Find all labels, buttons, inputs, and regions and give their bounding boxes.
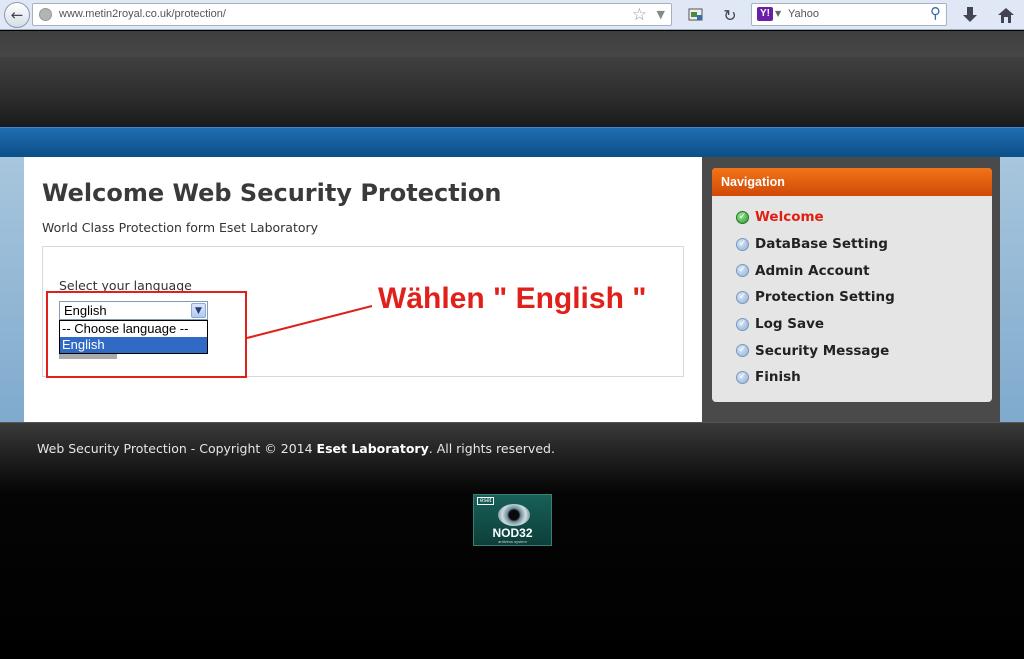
nav-item-security-message[interactable]: ✓ Security Message xyxy=(736,337,992,364)
page-subtitle: World Class Protection form Eset Laborat… xyxy=(42,220,319,235)
nav-item-label: Security Message xyxy=(755,342,890,359)
copyright-text: Web Security Protection - Copyright © 20… xyxy=(37,441,555,456)
navigation-title: Navigation xyxy=(712,168,992,196)
eye-icon xyxy=(498,504,530,526)
page-tools-icon[interactable] xyxy=(683,2,709,28)
navigation-list: ✓ Welcome ✓ DataBase Setting ✓ Admin Acc… xyxy=(712,196,992,391)
page-title: Welcome Web Security Protection xyxy=(42,179,502,207)
check-icon: ✓ xyxy=(736,370,749,384)
annotation-highlight-box xyxy=(46,291,247,378)
nod32-sublabel: antivirus system xyxy=(498,539,527,544)
home-icon[interactable] xyxy=(993,2,1019,28)
page-top-strip xyxy=(0,31,1024,57)
left-background xyxy=(0,157,24,422)
browser-toolbar: ← www.metin2royal.co.uk/protection/ ☆ ▼ … xyxy=(0,0,1024,30)
bookmark-star-icon[interactable]: ☆ xyxy=(632,5,647,25)
reload-icon[interactable]: ↻ xyxy=(717,2,743,28)
back-button[interactable]: ← xyxy=(4,2,30,28)
check-icon: ✓ xyxy=(736,317,749,331)
navigation-panel: Navigation ✓ Welcome ✓ DataBase Setting … xyxy=(702,157,1000,422)
navigation-box: Navigation ✓ Welcome ✓ DataBase Setting … xyxy=(712,168,992,402)
nav-item-protection-setting[interactable]: ✓ Protection Setting xyxy=(736,284,992,311)
search-icon[interactable]: ⚲ xyxy=(930,4,941,22)
nav-item-label: Protection Setting xyxy=(755,289,895,306)
eset-nod32-logo[interactable]: eset NOD32 antivirus system xyxy=(473,494,552,546)
download-icon[interactable] xyxy=(957,2,983,28)
back-arrow-icon: ← xyxy=(10,6,24,24)
eset-tag: eset xyxy=(477,497,495,505)
nav-item-database-setting[interactable]: ✓ DataBase Setting xyxy=(736,231,992,258)
nav-item-admin-account[interactable]: ✓ Admin Account xyxy=(736,257,992,284)
nav-item-finish[interactable]: ✓ Finish xyxy=(736,364,992,391)
nav-item-label: DataBase Setting xyxy=(755,236,888,253)
page-header xyxy=(0,57,1024,127)
page-footer: Web Security Protection - Copyright © 20… xyxy=(0,422,1024,659)
header-blue-bar xyxy=(0,127,1024,157)
yahoo-logo-icon[interactable]: Y! xyxy=(757,7,773,21)
annotation-text: Wählen " English " xyxy=(378,282,647,315)
engine-dropdown-icon[interactable]: ▼ xyxy=(775,9,781,18)
nod32-label: NOD32 xyxy=(492,526,533,540)
nav-item-log-save[interactable]: ✓ Log Save xyxy=(736,311,992,338)
nav-item-label: Finish xyxy=(755,369,801,386)
check-icon: ✓ xyxy=(736,264,749,278)
check-icon: ✓ xyxy=(736,290,749,304)
check-icon: ✓ xyxy=(736,210,749,224)
history-dropdown-icon[interactable]: ▼ xyxy=(657,8,665,21)
nav-item-label: Welcome xyxy=(755,209,824,226)
right-background xyxy=(1000,157,1024,422)
check-icon: ✓ xyxy=(736,344,749,358)
nav-item-label: Log Save xyxy=(755,316,825,333)
globe-icon xyxy=(39,8,52,21)
nav-item-label: Admin Account xyxy=(755,262,870,279)
nav-item-welcome[interactable]: ✓ Welcome xyxy=(736,204,992,231)
address-bar[interactable]: www.metin2royal.co.uk/protection/ ☆ ▼ xyxy=(32,3,672,26)
search-placeholder: Yahoo xyxy=(788,8,819,20)
check-icon: ✓ xyxy=(736,237,749,251)
url-text[interactable]: www.metin2royal.co.uk/protection/ xyxy=(59,8,226,20)
search-box[interactable]: Y! ▼ Yahoo ⚲ xyxy=(751,3,947,26)
